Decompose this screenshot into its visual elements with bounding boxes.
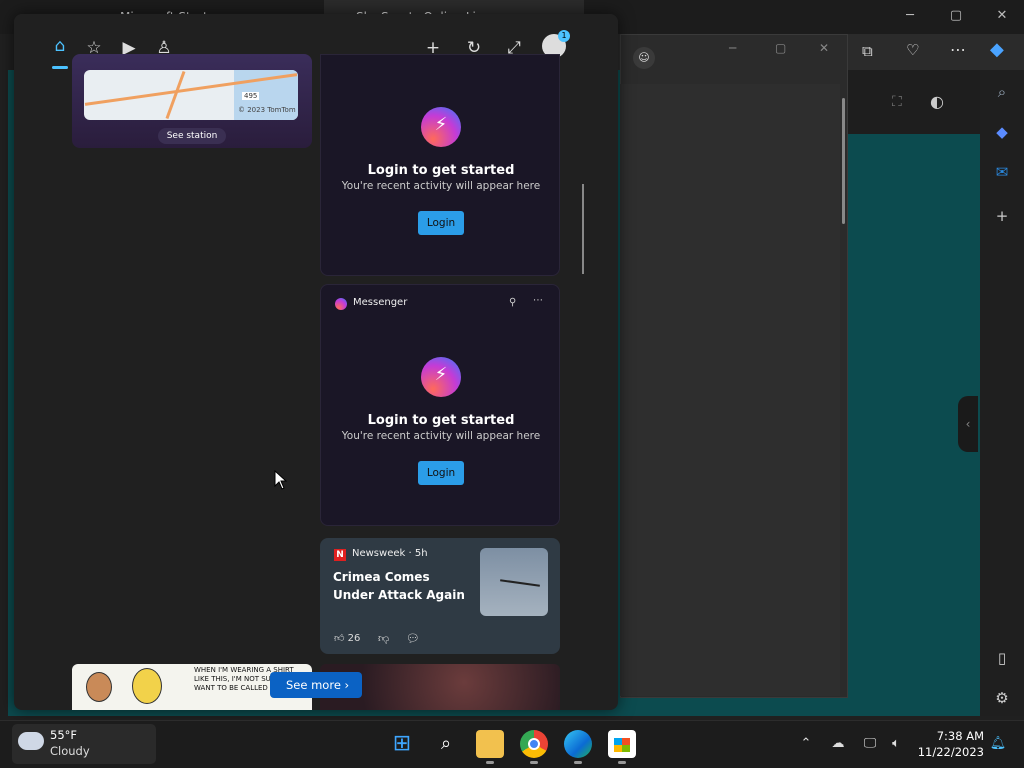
more-icon[interactable]: ⋯ [950, 40, 966, 59]
comic-character [86, 672, 112, 702]
clock-date[interactable]: 11/22/2023 [914, 745, 984, 759]
settings-icon[interactable]: ⚙ [990, 686, 1014, 710]
page-top-strip: ⛶ ◐ [848, 70, 980, 134]
fullscreen-icon[interactable]: ⛶ [892, 94, 902, 110]
road-label: 495 [242, 92, 260, 100]
notification-icon[interactable]: 🔔︎ [988, 734, 1008, 754]
news-thumbnail[interactable] [480, 548, 548, 616]
inner-minimize-icon[interactable]: ─ [729, 41, 736, 55]
search-icon[interactable]: ⌕ [432, 730, 460, 758]
map-credit: © 2023 TomTom [238, 106, 296, 114]
clock-time[interactable]: 7:38 AM [914, 729, 984, 743]
inner-window-body [620, 84, 840, 696]
map-image[interactable]: 495 © 2023 TomTom [84, 70, 298, 120]
widgets-panel: ⌂ ☆ ▶ ♙ + ↻ ⤢ 1 495 © 2023 TomTom See st… [14, 14, 618, 710]
map-road [165, 70, 186, 120]
like-icon: 👍︎ [334, 633, 345, 644]
home-icon[interactable]: ⌂ [46, 32, 74, 69]
weather-condition: Cloudy [50, 744, 90, 758]
weather-temperature: 55°F [50, 728, 77, 742]
sidebar-toggle-icon[interactable]: ▯ [990, 646, 1014, 670]
messenger-icon [335, 298, 347, 310]
card-app-name: Messenger [353, 297, 408, 308]
see-station-button[interactable]: See station [158, 128, 226, 144]
news-card[interactable]: N Newsweek · 5h Crimea Comes Under Attac… [320, 538, 560, 654]
onedrive-icon[interactable]: ☁ [828, 734, 848, 754]
contrast-icon[interactable]: ◐ [930, 92, 944, 111]
start-icon[interactable]: ⊞ [388, 730, 416, 758]
messenger-subtitle: You're recent activity will appear here [341, 180, 541, 192]
close-button[interactable]: ✕ [988, 6, 1016, 26]
inner-maximize-icon[interactable]: ▢ [775, 41, 786, 55]
messenger-icon [421, 357, 461, 397]
messenger-title: Login to get started [367, 413, 515, 428]
maximize-button[interactable]: ▢ [942, 6, 970, 26]
profile-icon[interactable]: ☺ [633, 47, 655, 69]
like-count: 26 [347, 633, 361, 644]
pin-icon[interactable]: ⚲ [509, 297, 516, 308]
health-icon[interactable]: ♡ [906, 41, 919, 59]
more-icon[interactable]: ⋯ [533, 295, 543, 306]
volume-icon[interactable]: 🔈︎ [886, 734, 906, 754]
newsweek-logo: N [334, 549, 346, 561]
copilot-icon[interactable]: ◆ [990, 120, 1014, 144]
messenger-card: Login to get started You're recent activ… [320, 54, 560, 276]
store-icon[interactable] [608, 730, 636, 764]
messenger-card: Messenger ⚲ ⋯ Login to get started You'r… [320, 284, 560, 526]
chevron-up-icon[interactable]: ⌃ [796, 734, 816, 754]
notification-badge: 1 [558, 30, 570, 42]
dislike-icon[interactable]: 👎︎ [378, 632, 389, 645]
news-headline[interactable]: Crimea Comes Under Attack Again [333, 568, 469, 604]
traffic-map-card[interactable]: 495 © 2023 TomTom See station [72, 54, 312, 148]
messenger-title: Login to get started [367, 163, 515, 178]
chrome-icon[interactable] [520, 730, 548, 764]
edge-icon[interactable] [564, 730, 592, 764]
weather-widget-button[interactable]: 55°F Cloudy [12, 724, 156, 764]
see-more-button[interactable]: See more › [270, 672, 362, 698]
minimize-button[interactable]: ─ [896, 6, 924, 26]
file-explorer-icon[interactable] [476, 730, 504, 764]
collections-icon[interactable]: ⧉ [862, 42, 873, 60]
cloud-icon [18, 732, 44, 750]
copilot-icon[interactable]: ◆ [990, 39, 1004, 60]
login-button[interactable]: Login [418, 211, 464, 235]
login-button[interactable]: Login [418, 461, 464, 485]
search-icon[interactable]: ⌕ [990, 80, 1014, 104]
messenger-subtitle: You're recent activity will appear here [341, 430, 541, 442]
comic-character [132, 668, 162, 704]
panel-scrollbar[interactable] [582, 184, 584, 274]
mouse-cursor [274, 470, 288, 490]
chevron-left-icon[interactable]: ‹ [958, 396, 978, 452]
network-icon[interactable]: 🖵︎ [860, 734, 880, 754]
inner-close-icon[interactable]: ✕ [819, 41, 829, 55]
news-source: Newsweek · 5h [352, 548, 428, 559]
plane-silhouette [500, 579, 540, 587]
comment-icon[interactable]: 💬︎ [406, 632, 420, 645]
add-icon[interactable]: + [990, 204, 1014, 228]
messenger-icon [421, 107, 461, 147]
scrollbar[interactable] [842, 98, 845, 224]
outlook-icon[interactable]: ✉ [990, 160, 1014, 184]
like-button[interactable]: 👍︎ 26 [334, 632, 360, 644]
